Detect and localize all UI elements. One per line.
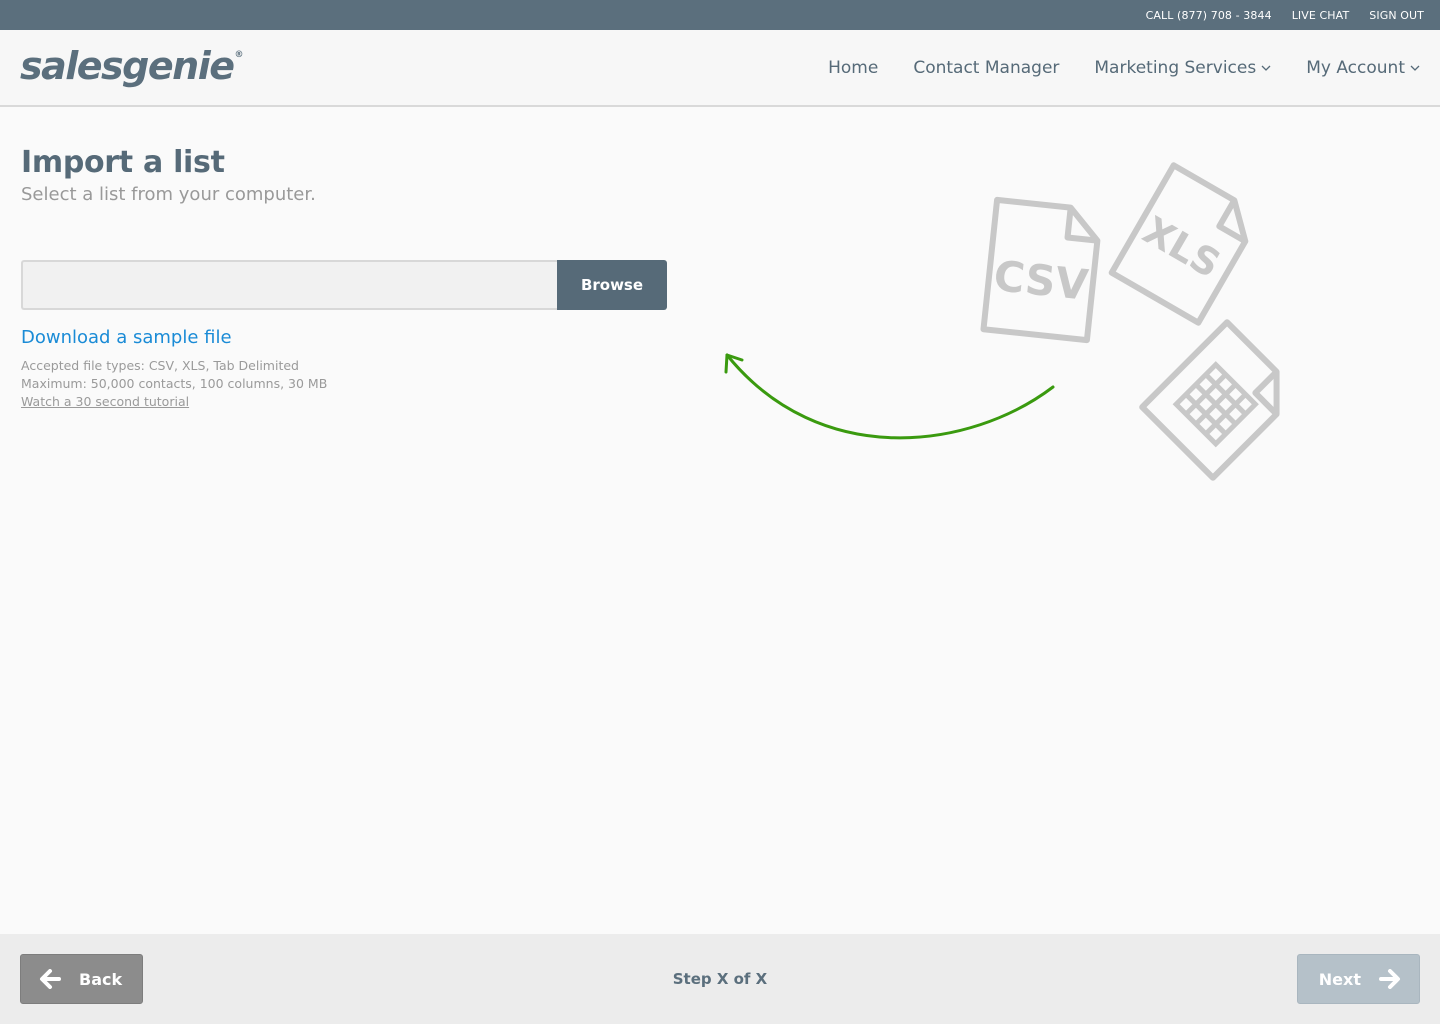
utility-bar: CALL (877) 708 - 3844 LIVE CHAT SIGN OUT (0, 0, 1440, 30)
nav-marketing-services-label: Marketing Services (1094, 57, 1257, 78)
registered-mark: ® (234, 50, 244, 60)
file-picker: Browse (21, 260, 667, 310)
browse-button[interactable]: Browse (557, 260, 667, 310)
xls-file-icon: XLS (1108, 162, 1249, 326)
arrow-icon (724, 353, 1055, 440)
nav-contact-manager[interactable]: Contact Manager (913, 58, 1059, 78)
page-subtitle: Select a list from your computer. (21, 184, 316, 205)
xls-label: XLS (1136, 208, 1228, 287)
download-sample-link[interactable]: Download a sample file (21, 327, 232, 348)
import-heading: Import a list Select a list from your co… (21, 145, 316, 205)
nav-home[interactable]: Home (828, 58, 878, 78)
nav-home-label: Home (828, 57, 879, 78)
next-button[interactable]: Next (1297, 954, 1420, 1004)
next-label: Next (1318, 969, 1361, 989)
main-nav: Home Contact Manager Marketing Services … (793, 30, 1420, 105)
arrow-right-icon (1379, 969, 1400, 989)
chevron-down-icon (1410, 65, 1420, 71)
salesgenie-logo[interactable]: salesgenie ® (20, 44, 244, 88)
chevron-down-icon (1261, 65, 1271, 71)
sign-out-link[interactable]: SIGN OUT (1369, 9, 1424, 22)
accepted-types-text: Accepted file types: CSV, XLS, Tab Delim… (21, 358, 299, 373)
nav-marketing-services[interactable]: Marketing Services (1094, 58, 1271, 78)
nav-my-account-label: My Account (1306, 57, 1405, 78)
step-indicator: Step X of X (672, 970, 768, 988)
maximum-text: Maximum: 50,000 contacts, 100 columns, 3… (21, 376, 328, 391)
file-path-input[interactable] (21, 260, 557, 310)
file-info: Accepted file types: CSV, XLS, Tab Delim… (21, 357, 327, 411)
csv-file-icon: CSV (980, 196, 1101, 344)
csv-label: CSV (991, 251, 1090, 310)
live-chat-link[interactable]: LIVE CHAT (1292, 9, 1350, 22)
spreadsheet-file-icon (1139, 319, 1280, 481)
tutorial-link[interactable]: Watch a 30 second tutorial (21, 393, 189, 411)
logo-text: salesgenie (20, 44, 235, 88)
wizard-footer: Back Step X of X Next (0, 934, 1440, 1024)
page-title: Import a list (21, 145, 225, 180)
call-link[interactable]: CALL (877) 708 - 3844 (1146, 9, 1272, 22)
header: salesgenie ® Home Contact Manager Marketi… (0, 30, 1440, 107)
nav-contact-manager-label: Contact Manager (913, 57, 1060, 78)
nav-my-account[interactable]: My Account (1306, 58, 1420, 78)
file-types-illustration: CSV XLS (724, 162, 1280, 481)
